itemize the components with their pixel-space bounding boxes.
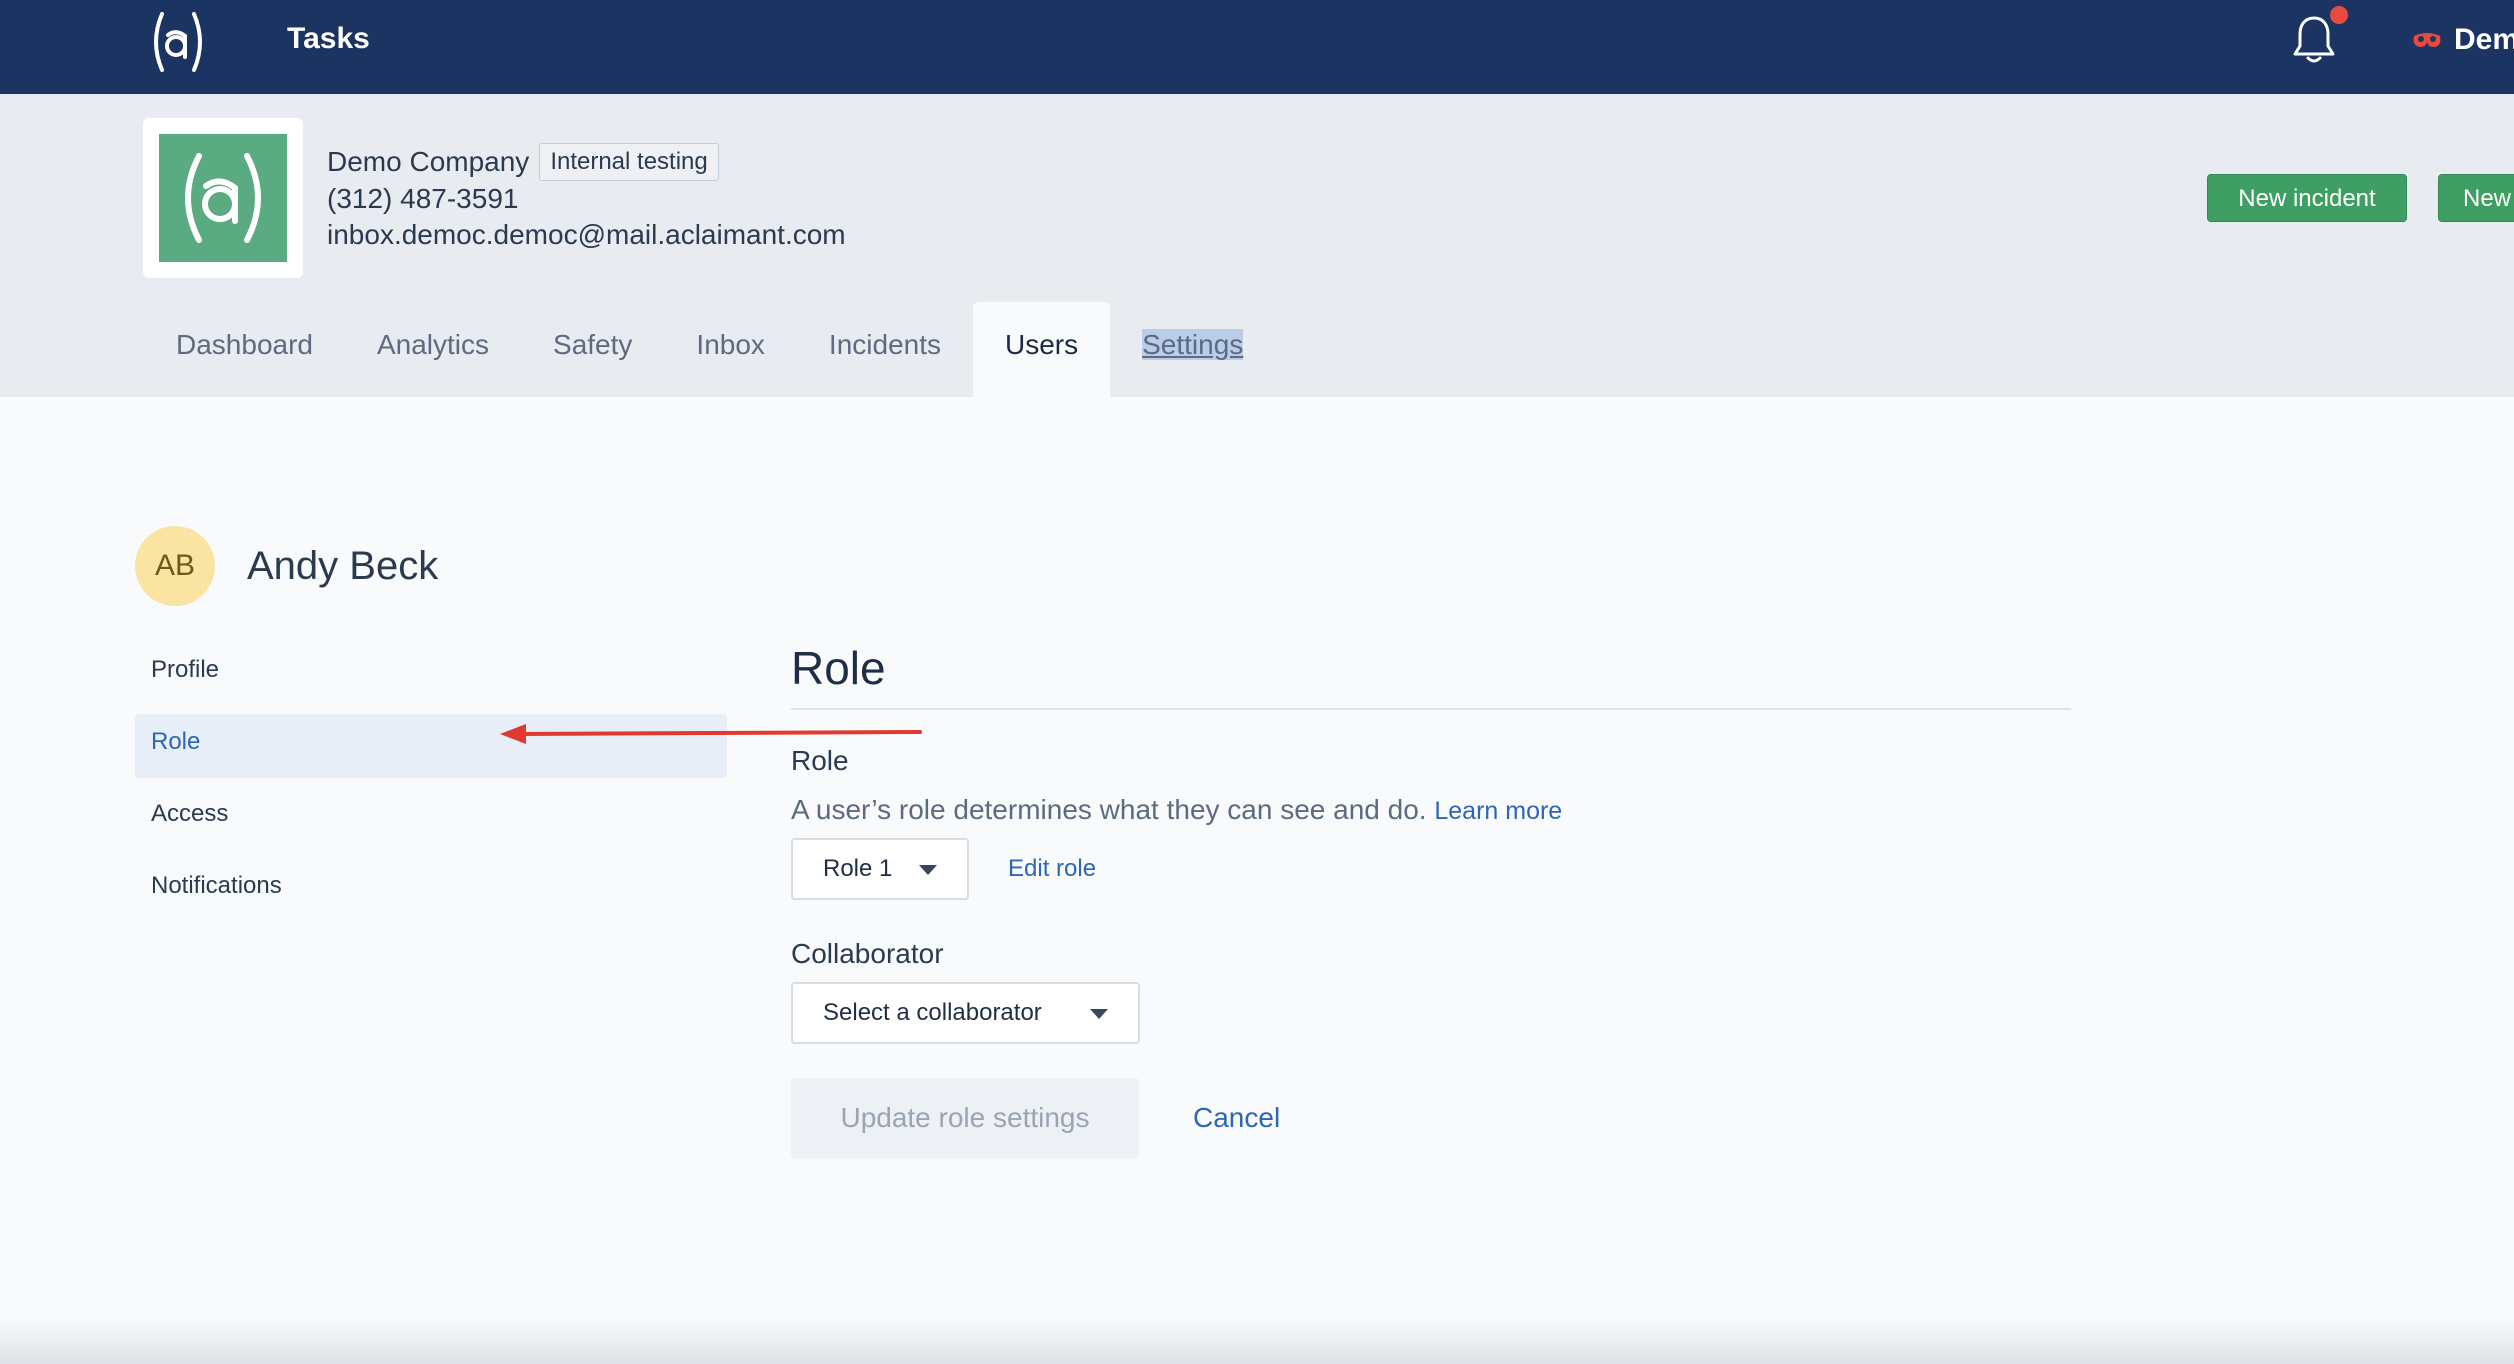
company-name: Demo Company xyxy=(327,146,530,177)
collaborator-select[interactable]: Select a collaborator xyxy=(791,982,1140,1044)
avatar: AB xyxy=(135,526,215,606)
side-menu-item-access[interactable]: Access xyxy=(135,786,727,850)
aclaimant-logo-icon[interactable] xyxy=(144,8,212,76)
update-role-settings-button[interactable]: Update role settings xyxy=(791,1078,1139,1158)
tab-safety[interactable]: Safety xyxy=(521,302,664,397)
new-incident-button[interactable]: New incident xyxy=(2207,174,2407,222)
user-menu[interactable]: Dem xyxy=(2412,22,2514,58)
company-logo xyxy=(159,134,287,262)
company-email: inbox.democ.democ@mail.aclaimant.com xyxy=(327,219,846,250)
collaborator-select-value: Select a collaborator xyxy=(823,999,1042,1026)
tab-users[interactable]: Users xyxy=(973,302,1111,397)
role-help-text: A user’s role determines what they can s… xyxy=(791,793,1562,828)
tab-inbox[interactable]: Inbox xyxy=(664,302,797,397)
company-info: Demo Company Internal testing (312) 487-… xyxy=(327,143,846,253)
tab-incidents[interactable]: Incidents xyxy=(797,302,973,397)
user-mask-icon xyxy=(2413,33,2441,47)
main-tabs: Dashboard Analytics Safety Inbox Inciden… xyxy=(144,302,1275,397)
new-item-button[interactable]: New xyxy=(2438,174,2514,222)
user-name: Andy Beck xyxy=(247,544,439,588)
notification-dot xyxy=(2330,6,2348,24)
edit-role-link[interactable]: Edit role xyxy=(1008,853,1096,885)
side-menu-item-notifications[interactable]: Notifications xyxy=(135,858,727,922)
company-header: Demo Company Internal testing (312) 487-… xyxy=(0,94,2514,397)
tab-analytics[interactable]: Analytics xyxy=(345,302,521,397)
caret-down-icon xyxy=(919,865,937,875)
user-menu-label: Dem xyxy=(2454,23,2514,56)
tasks-link[interactable]: Tasks xyxy=(287,22,370,56)
window-bottom-edge xyxy=(0,1318,2514,1364)
top-navigation-bar: Tasks Dem xyxy=(0,0,2514,94)
role-select[interactable]: Role 1 xyxy=(791,838,969,900)
role-help-description: A user’s role determines what they can s… xyxy=(791,794,1427,825)
company-name-row: Demo Company Internal testing xyxy=(327,143,846,181)
tab-settings-label: Settings xyxy=(1142,329,1244,360)
collaborator-field-label: Collaborator xyxy=(791,938,944,969)
learn-more-link[interactable]: Learn more xyxy=(1434,797,1562,825)
cancel-button[interactable]: Cancel xyxy=(1193,1100,1280,1136)
tab-settings[interactable]: Settings xyxy=(1110,302,1275,397)
tab-dashboard[interactable]: Dashboard xyxy=(144,302,345,397)
user-settings-menu: Profile Role Access Notifications xyxy=(135,642,727,930)
company-logo-frame xyxy=(143,118,303,278)
caret-down-icon xyxy=(1090,1009,1108,1019)
side-menu-item-profile[interactable]: Profile xyxy=(135,642,727,706)
section-title: Role xyxy=(791,642,886,694)
company-logo-icon xyxy=(185,153,261,243)
section-divider xyxy=(791,708,2071,710)
arrow-left-icon xyxy=(500,724,922,744)
environment-badge: Internal testing xyxy=(539,143,719,181)
company-phone: (312) 487-3591 xyxy=(327,183,519,214)
role-select-value: Role 1 xyxy=(823,855,893,882)
